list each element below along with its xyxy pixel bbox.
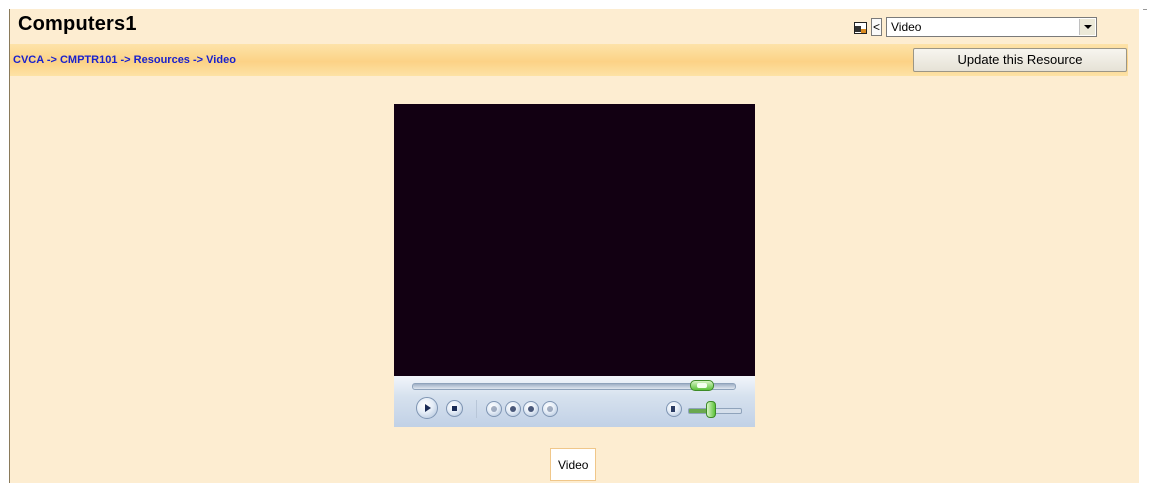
previous-resource-button[interactable]: < — [871, 18, 882, 36]
breadcrumb-item-cvca[interactable]: CVCA — [13, 54, 44, 66]
breadcrumb-separator: -> — [46, 54, 57, 66]
breadcrumb-item-course[interactable]: CMPTR101 — [60, 54, 117, 66]
window-edge-mark — [1143, 9, 1147, 10]
chevron-down-icon[interactable] — [1079, 19, 1095, 35]
breadcrumb-separator: -> — [120, 54, 131, 66]
breadcrumb-item-current[interactable]: Video — [206, 54, 236, 66]
course-content: Computers1 < Video CVCA -> CMPTR101 -> R… — [9, 9, 1139, 483]
media-player — [394, 104, 755, 427]
save-icon[interactable] — [853, 20, 867, 34]
seek-bar[interactable] — [412, 383, 736, 390]
resource-select-value: Video — [891, 20, 922, 34]
page: Computers1 < Video CVCA -> CMPTR101 -> R… — [0, 0, 1149, 483]
resource-caption: Video — [550, 448, 597, 481]
volume-icon[interactable] — [666, 401, 682, 417]
seek-slider-thumb[interactable] — [690, 380, 715, 391]
resource-select[interactable]: Video — [886, 17, 1097, 37]
fast-forward-icon[interactable] — [523, 401, 539, 417]
control-divider — [476, 400, 477, 418]
stop-icon[interactable] — [446, 400, 463, 417]
breadcrumb-item-resources[interactable]: Resources — [134, 54, 190, 66]
page-title: Computers1 — [18, 13, 137, 35]
breadcrumb: CVCA -> CMPTR101 -> Resources -> Video — [13, 54, 236, 66]
previous-track-icon[interactable] — [486, 401, 502, 417]
play-icon[interactable] — [416, 397, 438, 419]
volume-slider-thumb[interactable] — [706, 401, 717, 418]
navbar: CVCA -> CMPTR101 -> Resources -> Video U… — [10, 44, 1128, 76]
next-track-icon[interactable] — [542, 401, 558, 417]
breadcrumb-separator: -> — [193, 54, 204, 66]
update-resource-button[interactable]: Update this Resource — [913, 48, 1127, 72]
player-controls — [394, 376, 755, 427]
video-screen[interactable] — [394, 104, 755, 376]
rewind-icon[interactable] — [505, 401, 521, 417]
resource-jump-menu: < Video — [853, 17, 1097, 37]
